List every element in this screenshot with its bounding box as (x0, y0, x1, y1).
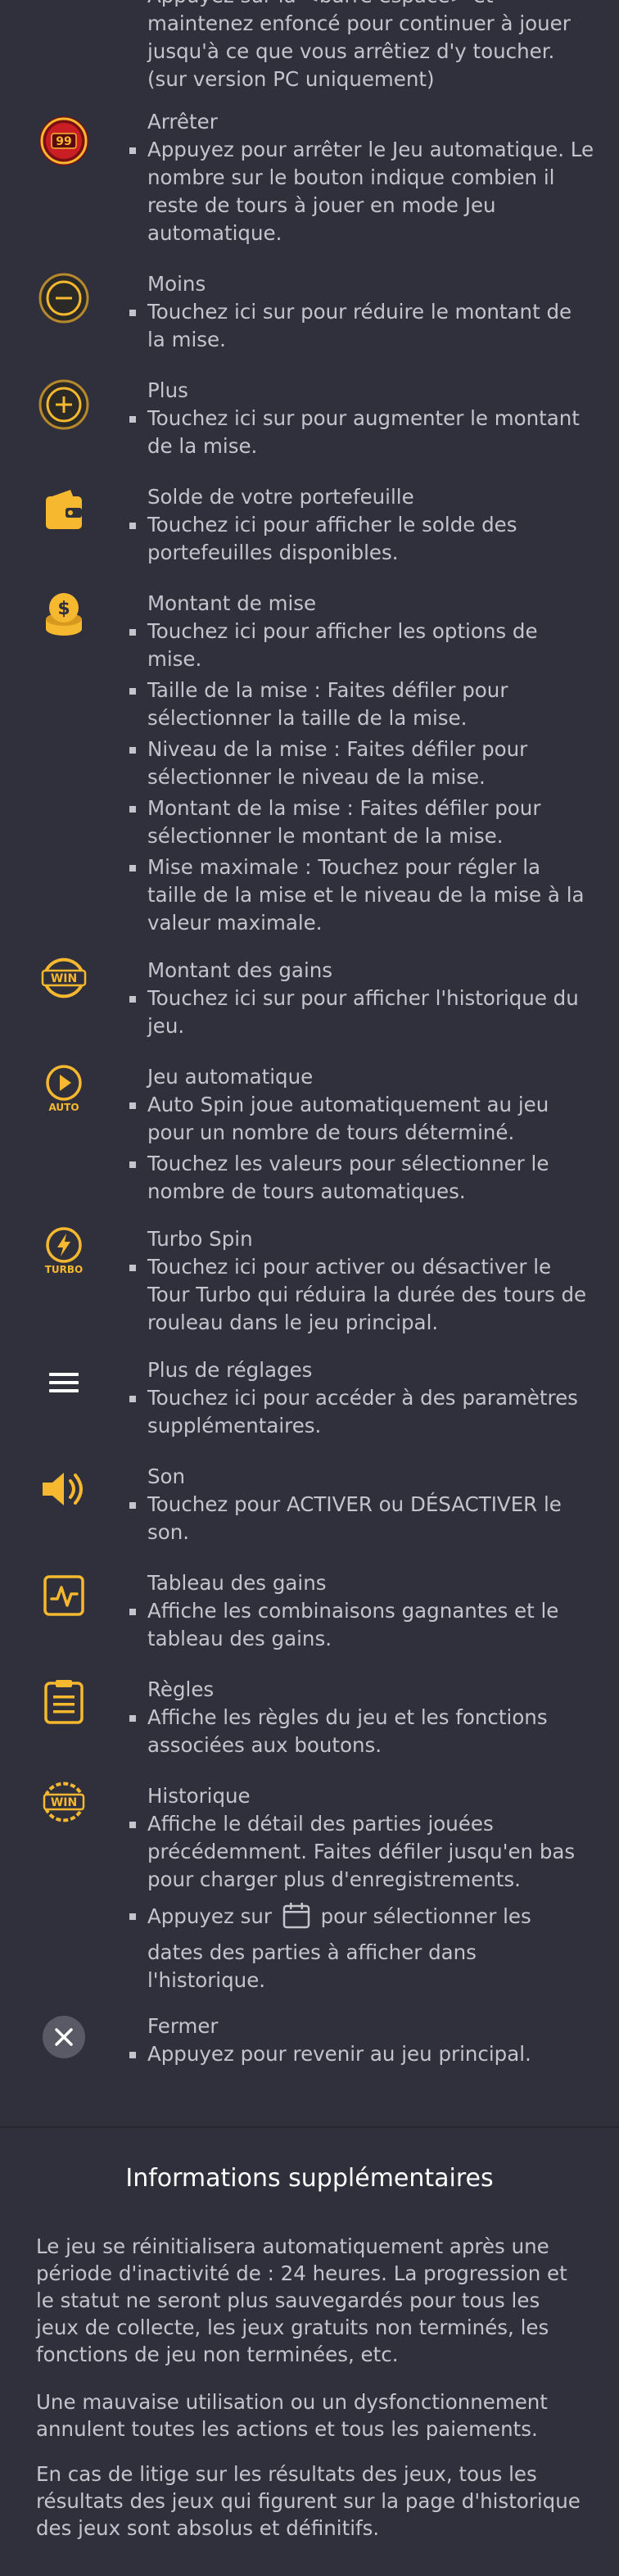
history-icon: WIN (36, 1774, 92, 1830)
item-title: Son (147, 1465, 186, 1488)
sound-item: Son Touchez pour ACTIVER ou DÉSACTIVER l… (0, 1463, 619, 1546)
bullet: Affiche le détail des parties jouées pré… (129, 1810, 594, 1894)
bullet: Appuyez pour arrêter le Jeu automatique.… (129, 136, 594, 247)
additional-info-section: Informations supplémentaires Le jeu se r… (0, 2128, 619, 2576)
section-title: Informations supplémentaires (125, 2164, 494, 2193)
more-settings-item: Plus de réglages Touchez ici pour accéde… (0, 1356, 619, 1440)
history-item: WIN Historique Affiche le détail des par… (0, 1781, 619, 1994)
wallet-item: Solde de votre portefeuille Touchez ici … (0, 483, 619, 567)
bullet: Touchez ici pour accéder à des paramètre… (129, 1384, 594, 1440)
bullet: Touchez les valeurs pour sélectionner le… (129, 1150, 594, 1206)
svg-text:WIN: WIN (51, 1796, 77, 1809)
space-bar-item: Appuyez sur la <barre espace> et mainten… (0, 0, 619, 93)
bullet: Touchez ici sur pour augmenter le montan… (129, 405, 594, 460)
bullet: Touchez pour ACTIVER ou DÉSACTIVER le so… (129, 1491, 594, 1546)
bullet: Touchez ici pour activer ou désactiver l… (129, 1253, 594, 1337)
calendar-icon (282, 1903, 310, 1929)
calendar-bullet: Appuyez sur pour sélectionner les dates … (129, 1902, 594, 1994)
bullet: Touchez ici pour afficher les options de… (129, 618, 594, 673)
rules-item: Règles Affiche les règles du jeu et les … (0, 1676, 619, 1759)
item-title: Moins (147, 272, 206, 296)
stop-item: 99 Arrêter Appuyez pour arrêter le Jeu a… (0, 108, 619, 247)
stop-counter-icon: 99 (36, 113, 92, 169)
info-paragraph: Le jeu se réinitialisera automatiquement… (36, 2234, 567, 2366)
bullet: Touchez ici sur pour afficher l'historiq… (129, 985, 594, 1040)
sound-icon (36, 1461, 92, 1517)
info-paragraph: Une mauvaise utilisation ou un dysfoncti… (36, 2390, 548, 2441)
bullet: Taille de la mise : Faites défiler pour … (129, 677, 594, 732)
bullet: Niveau de la mise : Faites défiler pour … (129, 736, 594, 791)
info-paragraph: En cas de litige sur les résultats des j… (36, 2462, 581, 2540)
item-title: Montant de mise (147, 591, 317, 615)
item-title: Plus (147, 378, 188, 402)
svg-text:TURBO: TURBO (45, 1264, 84, 1275)
item-title: Solde de votre portefeuille (147, 485, 414, 509)
item-title: Plus de réglages (147, 1358, 313, 1382)
bullet: Auto Spin joue automatiquement au jeu po… (129, 1091, 594, 1147)
bullet: Appuyez sur la <barre espace> et mainten… (147, 0, 594, 93)
win-icon: WIN (36, 950, 92, 1006)
controls-list: Appuyez sur la <barre espace> et mainten… (0, 0, 619, 2071)
plus-icon (36, 377, 92, 432)
item-title: Règles (147, 1677, 215, 1701)
wallet-icon (36, 482, 92, 537)
minus-item: Moins Touchez ici sur pour réduire le mo… (0, 270, 619, 354)
svg-text:WIN: WIN (51, 972, 77, 985)
minus-icon (36, 270, 92, 326)
paytable-icon (36, 1568, 92, 1623)
bullet: Touchez ici sur pour réduire le montant … (129, 298, 594, 354)
item-title: Arrêter (147, 110, 218, 134)
menu-icon (36, 1355, 92, 1410)
bullet: Mise maximale : Touchez pour régler la t… (129, 853, 594, 937)
auto-play-icon: AUTO (36, 1060, 92, 1116)
item-title: Tableau des gains (147, 1571, 327, 1595)
rules-icon (36, 1674, 92, 1730)
turbo-icon: TURBO (36, 1222, 92, 1278)
paytable-item: Tableau des gains Affiche les combinaiso… (0, 1569, 619, 1653)
auto-play-item: AUTO Jeu automatique Auto Spin joue auto… (0, 1063, 619, 1206)
item-title: Historique (147, 1784, 251, 1808)
bet-amount-item: $ Montant de mise Touchez ici pour affic… (0, 590, 619, 937)
help-page: Appuyez sur la <barre espace> et mainten… (0, 0, 619, 2576)
svg-text:AUTO: AUTO (48, 1102, 79, 1113)
bullet: Montant de la mise : Faites défiler pour… (129, 795, 594, 850)
bullet: Touchez ici pour afficher le solde des p… (129, 511, 594, 567)
item-title: Jeu automatique (147, 1065, 314, 1089)
coins-icon: $ (36, 586, 92, 642)
svg-text:$: $ (57, 599, 70, 619)
turbo-item: TURBO Turbo Spin Touchez ici pour active… (0, 1225, 619, 1337)
plus-item: Plus Touchez ici sur pour augmenter le m… (0, 377, 619, 460)
item-title: Fermer (147, 2014, 219, 2038)
bullet: Affiche les combinaisons gagnantes et le… (129, 1597, 594, 1653)
win-amount-item: WIN Montant des gains Touchez ici sur po… (0, 957, 619, 1040)
close-icon (36, 2009, 92, 2065)
item-title: Turbo Spin (147, 1227, 253, 1251)
item-title: Montant des gains (147, 958, 333, 982)
close-item: Fermer Appuyez pour revenir au jeu princ… (0, 2012, 619, 2068)
bullet: Appuyez pour revenir au jeu principal. (129, 2040, 594, 2068)
bullet: Affiche les règles du jeu et les fonctio… (129, 1704, 594, 1759)
svg-text:99: 99 (56, 135, 71, 148)
